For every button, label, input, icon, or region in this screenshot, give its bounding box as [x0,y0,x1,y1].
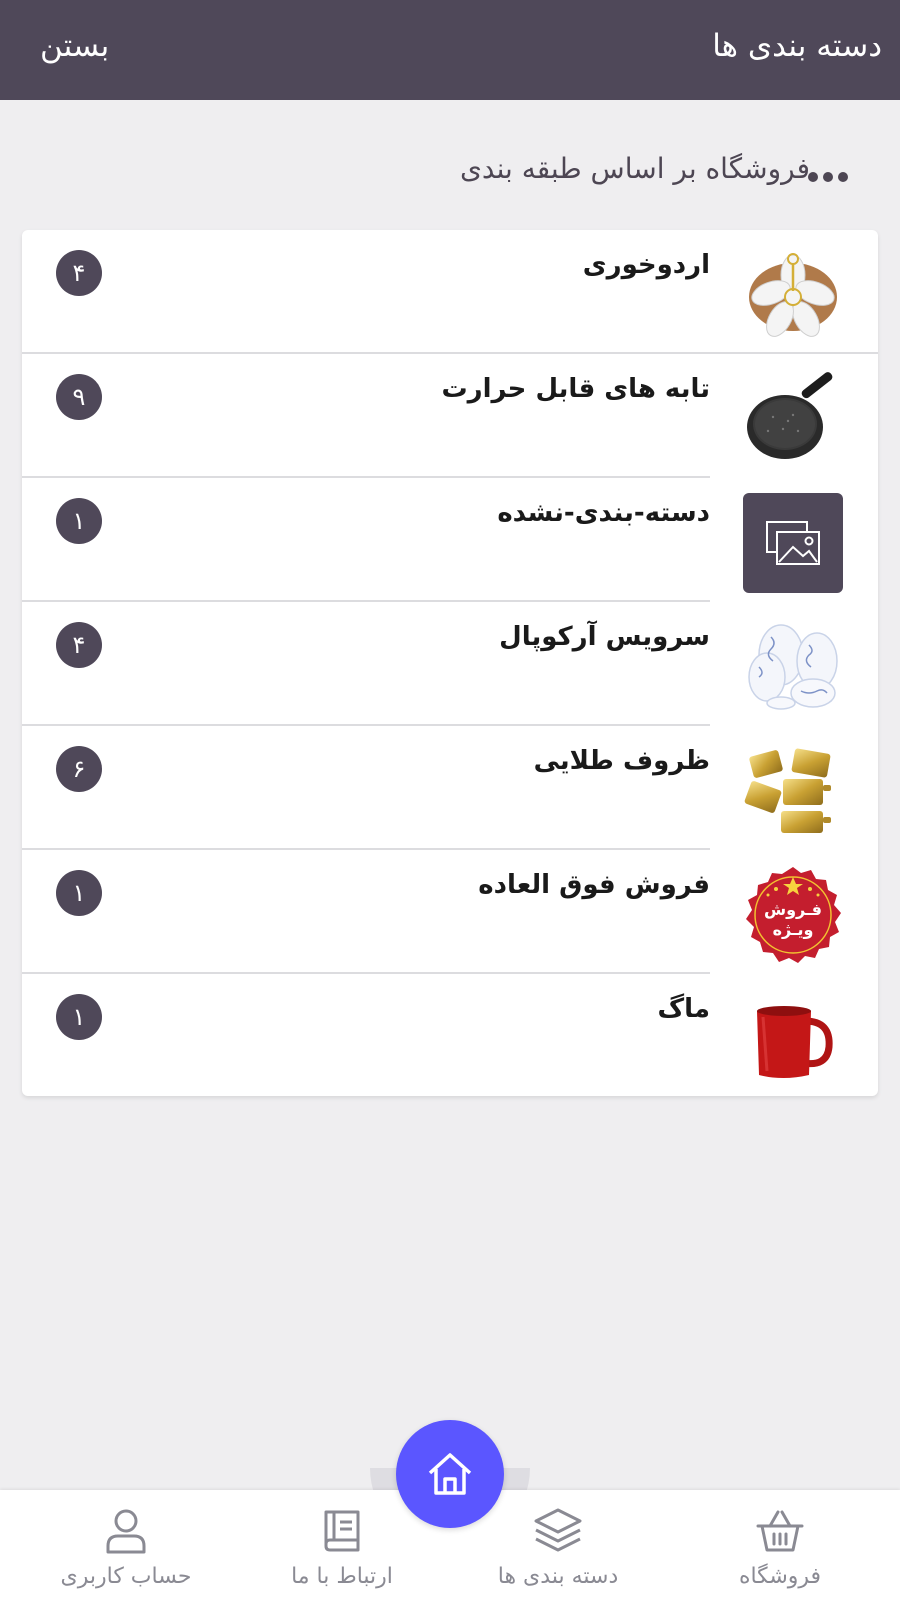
sale-badge-line1: فـروش [764,900,822,919]
category-row-special-sale[interactable]: فـروش ویـژه فروش فوق العاده ۱ [22,850,878,974]
count-badge: ۹ [56,374,102,420]
nav-item-shop[interactable]: فروشگاه [680,1490,880,1600]
section-title: فروشگاه بر اساس طبقه بندی [459,152,810,185]
category-row-pans[interactable]: تابه های قابل حرارت ۹ [22,354,878,478]
category-label: ماگ [657,994,710,1024]
count-badge: ۴ [56,622,102,668]
category-label: سرویس آرکوپال [499,622,710,652]
nav-label: حساب کاربری [60,1564,192,1589]
book-icon [324,1510,360,1552]
red-mug-icon [742,988,844,1090]
nav-label: ارتباط با ما [291,1564,393,1589]
close-button[interactable]: بستن [40,28,109,64]
category-list: اردوخوری ۴ تابه های قابل حرارت ۹ دسته-بن… [22,230,878,1096]
category-label: ظروف طلایی [533,746,710,776]
page-title: دسته بندی ها [712,28,882,64]
category-row-arcopal[interactable]: سرویس آرکوپال ۴ [22,602,878,726]
category-row-uncategorized[interactable]: دسته-بندی-نشده ۱ [22,478,878,602]
nav-label: دسته بندی ها [497,1564,619,1589]
category-label: اردوخوری [582,250,710,280]
sale-badge-line2: ویـژه [772,920,814,939]
nav-item-account[interactable]: حساب کاربری [26,1490,226,1600]
category-row-golden[interactable]: ظروف طلایی ۶ [22,726,878,850]
count-badge: ۱ [56,870,102,916]
count-badge: ۶ [56,746,102,792]
thumb-wrapper [742,492,844,594]
flower-serving-dish-icon [742,244,844,346]
category-row-ordokhori[interactable]: اردوخوری ۴ [22,230,878,354]
image-placeholder-icon [743,493,843,593]
nav-label: فروشگاه [738,1564,822,1589]
category-label: فروش فوق العاده [478,870,710,900]
category-label: تابه های قابل حرارت [441,374,710,404]
category-label: دسته-بندی-نشده [497,498,710,528]
more-dots-icon [808,172,848,182]
home-icon [428,1453,472,1495]
app-header: دسته بندی ها بستن [0,0,900,100]
count-badge: ۱ [56,498,102,544]
special-sale-badge-icon: فـروش ویـژه [742,864,844,966]
count-badge: ۱ [56,994,102,1040]
user-icon [106,1509,146,1554]
layers-icon [534,1508,582,1552]
count-badge: ۴ [56,250,102,296]
arcopal-dish-set-icon [742,616,844,718]
basket-icon [756,1510,804,1552]
golden-cookware-icon [742,740,844,842]
category-row-mug[interactable]: ماگ ۱ [22,974,878,1096]
frying-pan-icon [742,368,844,470]
sale-badge-text: فـروش ویـژه [742,900,844,940]
home-button[interactable] [396,1420,504,1528]
